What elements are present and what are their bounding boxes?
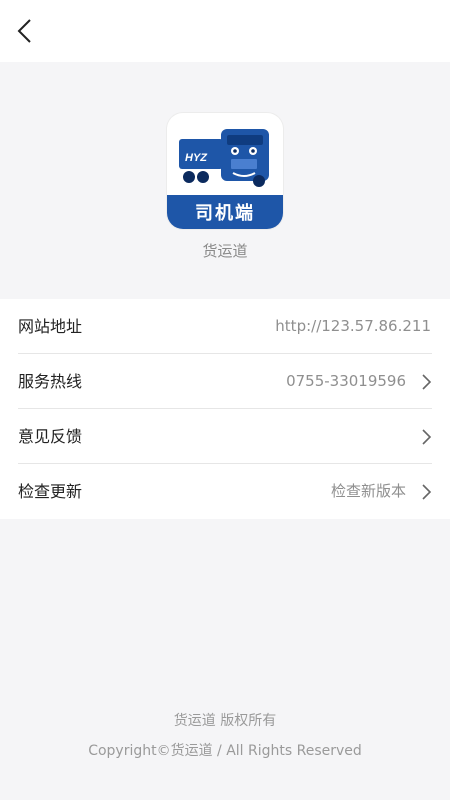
check-update-value: 检查新版本	[330, 482, 406, 500]
chevron-right-icon	[422, 429, 432, 445]
chevron-right-icon	[422, 484, 432, 500]
settings-list: 网站地址 http://123.57.86.211 服务热线 0755-3301…	[0, 299, 450, 519]
truck-badge-text: HYZ	[185, 152, 208, 164]
list-item-hotline[interactable]: 服务热线 0755-33019596	[0, 354, 450, 409]
list-item-website[interactable]: 网站地址 http://123.57.86.211	[0, 299, 450, 354]
website-url-value: http://123.57.86.211	[275, 317, 431, 335]
copyright-notice-text: Copyright©货运道 / All Rights Reserved	[88, 743, 362, 759]
list-item-label: 服务热线	[18, 372, 83, 391]
list-item-label: 网站地址	[18, 317, 83, 336]
hotline-number-value: 0755-33019596	[286, 372, 406, 390]
top-navigation-bar	[0, 0, 450, 62]
list-item-feedback[interactable]: 意见反馈	[0, 409, 450, 464]
app-header-section: HYZ 司机端 货运道	[0, 62, 450, 299]
app-logo: HYZ 司机端	[167, 113, 283, 229]
back-arrow-icon	[17, 19, 31, 43]
chevron-right-icon	[422, 374, 432, 390]
app-name: 货运道	[202, 242, 248, 260]
list-item-label: 意见反馈	[18, 427, 83, 446]
copyright-owner-text: 货运道 版权所有	[173, 713, 277, 729]
truck-icon: HYZ	[179, 129, 269, 187]
list-item-check-update[interactable]: 检查更新 检查新版本	[0, 464, 450, 519]
app-logo-label: 司机端	[167, 195, 283, 229]
back-button[interactable]	[8, 14, 40, 48]
list-item-label: 检查更新	[18, 482, 83, 501]
